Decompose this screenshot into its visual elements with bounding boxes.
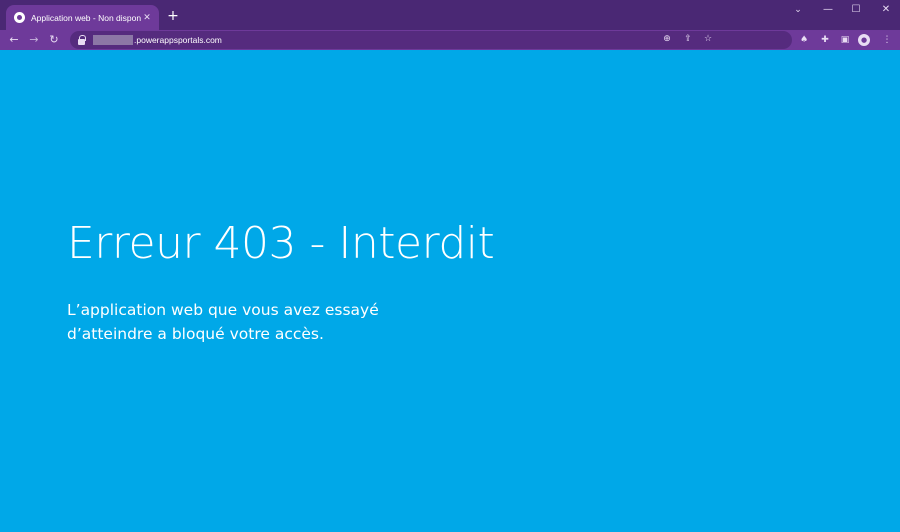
back-button[interactable]: ← (6, 32, 22, 48)
title-bar: Application web - Non disponible ✕ + ⌄ —… (0, 0, 900, 30)
error-message-line-1: L’application web que vous avez essayé (67, 301, 379, 319)
maximize-button[interactable]: ☐ (846, 2, 866, 18)
close-window-button[interactable]: ✕ (876, 2, 896, 18)
extension-icon[interactable]: ♠ (797, 33, 811, 47)
forward-button[interactable]: → (26, 32, 42, 48)
lock-icon[interactable] (78, 34, 86, 45)
url-redacted (93, 35, 133, 45)
error-message-line-2: d’atteindre a bloqué votre accès. (67, 325, 324, 343)
menu-icon[interactable]: ⋮ (880, 33, 894, 47)
zoom-icon[interactable]: ⊕ (660, 32, 674, 46)
share-icon[interactable]: ⇪ (681, 32, 695, 46)
error-message: L’application web que vous avez essayé d… (67, 298, 407, 346)
new-tab-button[interactable]: + (166, 8, 180, 24)
browser-tab[interactable]: Application web - Non disponible ✕ (6, 5, 159, 30)
minimize-button[interactable]: — (818, 2, 838, 18)
bookmark-star-icon[interactable]: ☆ (701, 32, 715, 46)
error-title: Erreur 403 - Interdit (67, 218, 495, 269)
puzzle-icon[interactable]: ✚ (818, 33, 832, 47)
page-content: Erreur 403 - Interdit L’application web … (0, 50, 900, 532)
reload-button[interactable]: ↻ (46, 32, 62, 48)
browser-toolbar: ← → ↻ .powerappsportals.com ⊕ ⇪ ☆ ♠ ✚ ▣ … (0, 30, 900, 50)
tab-title: Application web - Non disponible (31, 12, 141, 23)
close-icon[interactable]: ✕ (141, 12, 153, 24)
side-panel-icon[interactable]: ▣ (838, 33, 852, 47)
profile-icon[interactable]: ● (858, 34, 870, 46)
globe-icon (14, 12, 25, 23)
url-text[interactable]: .powerappsportals.com (134, 35, 222, 45)
tab-search-icon[interactable]: ⌄ (788, 2, 808, 18)
